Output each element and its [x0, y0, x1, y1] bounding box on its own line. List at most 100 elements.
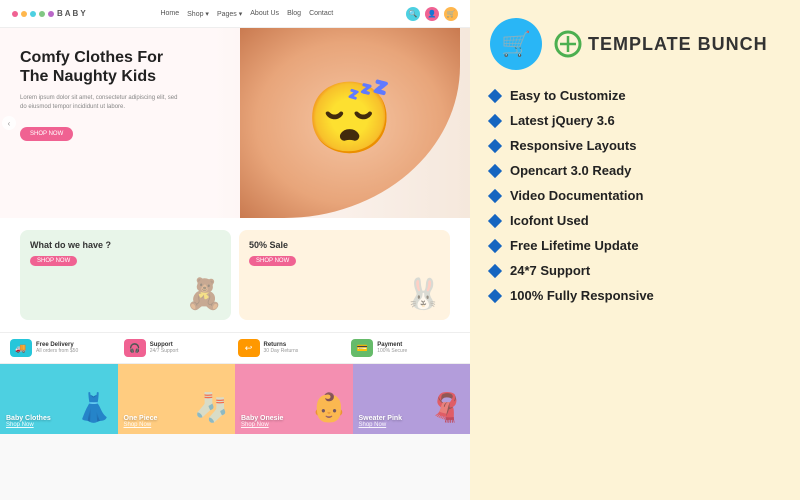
feature-icofont-label: Icofont Used: [510, 213, 589, 228]
feature-247-support: 24*7 Support: [490, 263, 780, 278]
cart-badge-icon: 🛒: [501, 30, 531, 59]
hero-baby-image: 😴: [240, 28, 460, 218]
baby-emoji: 😴: [306, 83, 393, 153]
hero-description: Lorem ipsum dolor sit amet, consectetur …: [20, 94, 180, 112]
payment-icon: 💳: [351, 339, 373, 357]
promo-card-2-content: 50% Sale SHOP NOW: [249, 240, 296, 266]
feature-247-support-label: 24*7 Support: [510, 263, 590, 278]
nav-bar: Home Shop ▾ Pages ▾ About Us Blog Contac…: [160, 10, 333, 18]
account-icon[interactable]: 👤: [425, 7, 439, 21]
nav-contact[interactable]: Contact: [309, 10, 333, 17]
feature-support: 🎧 Support 24/7 Support: [124, 339, 233, 357]
feature-easy-customize: Easy to Customize: [490, 88, 780, 103]
hero-shop-now-button[interactable]: SHOP NOW: [20, 127, 73, 141]
feature-fully-responsive: 100% Fully Responsive: [490, 288, 780, 303]
feature-video-doc-label: Video Documentation: [510, 188, 643, 203]
website-mockup: BABY Home Shop ▾ Pages ▾ About Us Blog C…: [0, 0, 470, 500]
logo-dot-2: [21, 11, 27, 17]
diamond-icon-2: [488, 113, 502, 127]
delivery-icon: 🚚: [10, 339, 32, 357]
diamond-icon-3: [488, 138, 502, 152]
hero-section: ‹ Comfy Clothes For The Naughty Kids Lor…: [0, 28, 470, 218]
feature-lifetime-update: Free Lifetime Update: [490, 238, 780, 253]
features-list: Easy to Customize Latest jQuery 3.6 Resp…: [490, 88, 780, 482]
feature-responsive-label: Responsive Layouts: [510, 138, 636, 153]
site-header: BABY Home Shop ▾ Pages ▾ About Us Blog C…: [0, 0, 470, 28]
cart-badge: 🛒: [490, 18, 542, 70]
logo-text: BABY: [57, 9, 88, 18]
logo-dot-4: [39, 11, 45, 17]
promo-card-1-shop-button[interactable]: SHOP NOW: [30, 256, 77, 266]
diamond-icon-4: [488, 163, 502, 177]
brand-name-text: TEMPLATE BUNCH: [588, 34, 768, 55]
hero-arrow-left[interactable]: ‹: [2, 116, 16, 130]
promo-card-1-label: What do we have ?: [30, 240, 111, 252]
right-panel: 🛒 TEMPLATE BUNCH Easy to Customize Lates…: [470, 0, 800, 500]
templatebunch-logo-icon: [554, 30, 582, 58]
cart-icon[interactable]: 🛒: [444, 7, 458, 21]
feature-fully-responsive-label: 100% Fully Responsive: [510, 288, 654, 303]
logo: BABY: [12, 9, 88, 18]
nav-shop[interactable]: Shop ▾: [187, 10, 209, 18]
feature-returns-text: Returns 30 Day Returns: [264, 342, 299, 354]
product-sweater-pink[interactable]: 🧣 Sweater Pink Shop Now: [353, 364, 471, 434]
product-baby-clothes[interactable]: 👗 Baby Clothes Shop Now: [0, 364, 118, 434]
feature-returns: ↩ Returns 30 Day Returns: [238, 339, 347, 357]
product-row: 👗 Baby Clothes Shop Now 🧦 One Piece Shop…: [0, 364, 470, 434]
feature-payment: 💳 Payment 100% Secure: [351, 339, 460, 357]
returns-sub: 30 Day Returns: [264, 348, 299, 354]
promo-card-2-label: 50% Sale: [249, 240, 296, 252]
nav-about[interactable]: About Us: [250, 10, 279, 17]
promo-card-sale: 50% Sale SHOP NOW 🐰: [239, 230, 450, 320]
header-icons: 🔍 👤 🛒: [406, 7, 458, 21]
diamond-icon-6: [488, 213, 502, 227]
logo-dot-1: [12, 11, 18, 17]
promo-card-2-icon: 🐰: [405, 277, 442, 312]
feature-jquery: Latest jQuery 3.6: [490, 113, 780, 128]
feature-payment-text: Payment 100% Secure: [377, 342, 407, 354]
promo-card-1-content: What do we have ? SHOP NOW: [30, 240, 111, 266]
delivery-sub: All orders from $50: [36, 348, 78, 354]
logo-dot-5: [48, 11, 54, 17]
diamond-icon-8: [488, 263, 502, 277]
branding-row: 🛒 TEMPLATE BUNCH: [490, 18, 780, 70]
baby-onesie-icon: 👶: [312, 391, 347, 424]
feature-opencart-label: Opencart 3.0 Ready: [510, 163, 631, 178]
hero-content: Comfy Clothes For The Naughty Kids Lorem…: [20, 48, 180, 141]
nav-blog[interactable]: Blog: [287, 10, 301, 17]
diamond-icon-1: [488, 88, 502, 102]
support-icon: 🎧: [124, 339, 146, 357]
sweater-icon: 🧣: [429, 391, 464, 424]
nav-home[interactable]: Home: [160, 10, 179, 17]
product-baby-onesie[interactable]: 👶 Baby Onesie Shop Now: [235, 364, 353, 434]
feature-opencart: Opencart 3.0 Ready: [490, 163, 780, 178]
promo-card-what-do-we-have: What do we have ? SHOP NOW 🧸: [20, 230, 231, 320]
feature-easy-customize-label: Easy to Customize: [510, 88, 626, 103]
feature-responsive: Responsive Layouts: [490, 138, 780, 153]
diamond-icon-9: [488, 288, 502, 302]
promo-section: What do we have ? SHOP NOW 🧸 50% Sale SH…: [0, 218, 470, 332]
promo-card-2-shop-button[interactable]: SHOP NOW: [249, 256, 296, 266]
feature-icofont: Icofont Used: [490, 213, 780, 228]
feature-video-doc: Video Documentation: [490, 188, 780, 203]
diamond-icon-7: [488, 238, 502, 252]
hero-title: Comfy Clothes For The Naughty Kids: [20, 48, 180, 86]
search-icon[interactable]: 🔍: [406, 7, 420, 21]
product-one-piece[interactable]: 🧦 One Piece Shop Now: [118, 364, 236, 434]
promo-card-1-icon: 🧸: [186, 277, 223, 312]
returns-icon: ↩: [238, 339, 260, 357]
brand-logo: TEMPLATE BUNCH: [554, 30, 768, 58]
diamond-icon-5: [488, 188, 502, 202]
support-sub: 24/7 Support: [150, 348, 179, 354]
feature-delivery-text: Free Delivery All orders from $50: [36, 342, 78, 354]
feature-free-delivery: 🚚 Free Delivery All orders from $50: [10, 339, 119, 357]
baby-clothes-icon: 👗: [77, 391, 112, 424]
logo-dot-3: [30, 11, 36, 17]
one-piece-icon: 🧦: [194, 391, 229, 424]
features-bar: 🚚 Free Delivery All orders from $50 🎧 Su…: [0, 332, 470, 364]
nav-pages[interactable]: Pages ▾: [217, 10, 242, 18]
payment-sub: 100% Secure: [377, 348, 407, 354]
feature-lifetime-update-label: Free Lifetime Update: [510, 238, 639, 253]
feature-support-text: Support 24/7 Support: [150, 342, 179, 354]
feature-jquery-label: Latest jQuery 3.6: [510, 113, 615, 128]
